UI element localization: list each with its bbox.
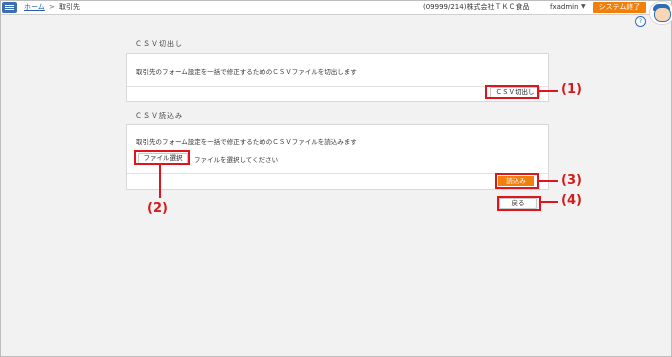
callout-box-4 <box>497 196 541 211</box>
system-exit-button[interactable]: システム終了 <box>593 2 646 13</box>
callout-label-2: (2) <box>147 201 168 216</box>
breadcrumb-separator: > <box>49 3 55 11</box>
callout-label-4: (4) <box>561 193 582 208</box>
breadcrumb-home-link[interactable]: ホーム <box>24 2 45 12</box>
callout-box-1 <box>485 85 539 99</box>
callout-line-4 <box>540 201 558 203</box>
help-icon[interactable]: ? <box>635 16 646 27</box>
callout-box-2 <box>134 150 190 165</box>
import-section-title: ＣＳＶ読込み <box>135 112 183 120</box>
callout-line-2 <box>159 164 161 198</box>
user-name[interactable]: fxadmin <box>550 2 579 12</box>
import-description: 取引先のフォーム設定を一括で修正するためのＣＳＶファイルを読込みます <box>136 138 357 146</box>
callout-box-3 <box>495 173 539 189</box>
callout-label-3: (3) <box>561 173 582 188</box>
menu-icon[interactable] <box>2 2 17 13</box>
mascot-icon[interactable] <box>649 1 672 25</box>
export-section-title: ＣＳＶ切出し <box>135 40 183 48</box>
breadcrumb-current: 取引先 <box>59 3 80 11</box>
export-description: 取引先のフォーム設定を一括で修正するためのＣＳＶファイルを切出します <box>136 68 357 76</box>
file-name-field: ファイルを選択してください <box>194 156 279 164</box>
callout-line-3 <box>538 180 558 182</box>
company-name: (09999/214)株式会社ＴＫＣ食品 <box>423 3 530 11</box>
top-bar: ホーム > 取引先 (09999/214)株式会社ＴＫＣ食品 fxadmin ▼… <box>1 1 671 15</box>
chevron-down-icon[interactable]: ▼ <box>581 2 586 12</box>
callout-line-1 <box>538 90 558 92</box>
callout-label-1: (1) <box>561 82 582 97</box>
app-window: ホーム > 取引先 (09999/214)株式会社ＴＫＣ食品 fxadmin ▼… <box>0 0 672 357</box>
